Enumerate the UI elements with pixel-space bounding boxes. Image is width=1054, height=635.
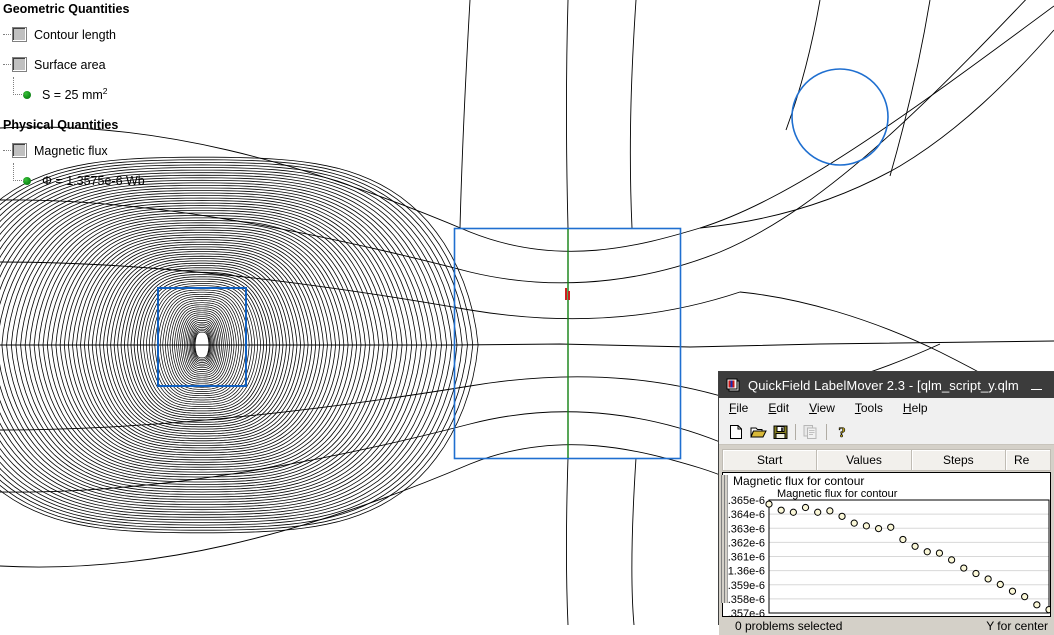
chart-data-point[interactable] — [814, 508, 822, 516]
chart-title: Magnetic flux for contour — [777, 488, 898, 500]
green-bullet-icon — [23, 176, 31, 185]
chart-data-point[interactable] — [789, 508, 797, 516]
checkbox-contour-length[interactable] — [12, 27, 27, 42]
chart-data-point[interactable] — [850, 519, 858, 527]
tree-item-magnetic-flux[interactable]: Magnetic flux — [0, 141, 210, 160]
toolbar-separator — [795, 423, 796, 440]
chart-y-tick-label: .362e-6 — [728, 537, 765, 549]
chart-data-point[interactable] — [972, 569, 980, 578]
checkbox-magnetic-flux[interactable] — [12, 143, 27, 158]
surface-area-value-sup: 2 — [102, 86, 108, 97]
menu-tools[interactable]: Tools — [855, 401, 883, 415]
tree-item-label: Contour length — [34, 27, 117, 42]
surface-area-value: S = 25 mm2 — [42, 86, 108, 102]
tree-heading-physical: Physical Quantities — [3, 118, 119, 132]
copy-icon[interactable] — [800, 421, 822, 442]
chart-data-point[interactable] — [1033, 601, 1041, 609]
menu-file[interactable]: File — [729, 401, 748, 415]
tree-connector — [3, 149, 11, 152]
chart-y-tick-label: .364e-6 — [728, 509, 765, 521]
chart-data-point[interactable] — [874, 524, 883, 533]
labelmover-window[interactable]: QuickField LabelMover 2.3 - [qlm_script_… — [718, 371, 1054, 635]
tree-item-contour-length[interactable]: Contour length — [0, 25, 210, 44]
menu-bar[interactable]: File Edit View Tools Help — [719, 398, 1054, 419]
tree-item-surface-area[interactable]: Surface area — [0, 55, 210, 74]
chart-data-point[interactable] — [948, 556, 956, 564]
tree-value-surface-area[interactable]: S = 25 mm2 — [0, 77, 210, 104]
chart-data-point[interactable] — [765, 500, 773, 508]
menu-edit[interactable]: Edit — [768, 401, 789, 415]
chart-data-point[interactable] — [899, 535, 907, 544]
surface-area-value-text: S = 25 mm — [42, 88, 103, 103]
chart-y-tick-label: 1.36e-6 — [728, 566, 765, 578]
chart-data-point[interactable] — [838, 512, 846, 520]
column-header-values[interactable]: Values — [817, 450, 912, 470]
tree-connector — [3, 63, 11, 66]
chart-data-point[interactable] — [826, 507, 834, 515]
window-titlebar[interactable]: QuickField LabelMover 2.3 - [qlm_script_… — [719, 372, 1054, 398]
tree-connector — [13, 163, 24, 181]
chart-y-tick-labels: .365e-6 .364e-6 .363e-6 .362e-6 .361e-6 1.36e… — [728, 495, 765, 617]
chart-data-point[interactable] — [923, 548, 931, 556]
menu-help[interactable]: Help — [903, 401, 928, 415]
results-chart-svg: .365e-6 .364e-6 .363e-6 .362e-6 .361e-6 1.36e… — [728, 488, 1051, 617]
chart-data-point[interactable] — [996, 580, 1004, 589]
column-header-steps[interactable]: Steps — [912, 450, 1006, 470]
chart-y-tick-label: .358e-6 — [728, 594, 765, 606]
toolbar[interactable]: ? — [719, 419, 1054, 445]
column-header-start[interactable]: Start — [723, 450, 818, 470]
table-column-headers[interactable]: Start Values Steps Re — [722, 449, 1051, 471]
chart-y-tick-label: .359e-6 — [728, 580, 765, 592]
chart-data-point[interactable] — [984, 575, 992, 583]
minimize-button[interactable] — [1018, 372, 1054, 398]
chart-y-tick-label: .361e-6 — [728, 552, 765, 564]
tree-item-label: Surface area — [34, 57, 106, 72]
tree-heading-geometric: Geometric Quantities — [3, 2, 130, 16]
chart-data-point[interactable] — [911, 542, 919, 550]
chart-data-point[interactable] — [887, 523, 895, 531]
help-icon[interactable]: ? — [831, 421, 853, 442]
status-bar: 0 problems selected Y for center — [719, 617, 1054, 635]
chart-data-point[interactable] — [1008, 587, 1017, 595]
table-row[interactable]: Magnetic flux for contour — [722, 472, 1051, 488]
green-bullet-icon — [23, 90, 31, 99]
tree-value-magnetic-flux[interactable]: Φ = 1.3575e-6 Wb — [0, 163, 210, 190]
tree-connector — [3, 33, 11, 36]
tree-item-label: Magnetic flux — [34, 143, 108, 158]
window-title: QuickField LabelMover 2.3 - [qlm_script_… — [748, 377, 1018, 393]
status-right-text: Y for center — [986, 619, 1048, 633]
svg-text:?: ? — [838, 425, 846, 440]
chart-plot-frame: Magnetic flux for contour — [768, 488, 1050, 614]
new-icon[interactable] — [725, 421, 747, 442]
chart-gridlines — [769, 513, 1049, 614]
chart-y-tick-label: .357e-6 — [728, 608, 765, 617]
menu-view[interactable]: View — [809, 401, 835, 415]
open-icon[interactable] — [747, 421, 769, 442]
checkbox-surface-area[interactable] — [12, 57, 27, 72]
chart-data-point[interactable] — [1021, 593, 1029, 601]
status-left-text: 0 problems selected — [735, 619, 843, 633]
labelmover-app-icon — [724, 377, 741, 393]
save-icon[interactable] — [769, 421, 791, 442]
chart-data-point[interactable] — [801, 503, 810, 512]
tree-connector — [13, 77, 24, 95]
chart-y-tick-label: .365e-6 — [728, 495, 765, 507]
window-left-scroll-strip[interactable] — [719, 475, 728, 603]
chart-y-tick-label: .363e-6 — [728, 523, 765, 535]
chart-data-point[interactable] — [777, 506, 785, 514]
chart-data-point[interactable] — [935, 549, 944, 557]
quantities-tree-panel: Geometric Quantities Contour length Surf… — [0, 0, 210, 190]
circle-region[interactable] — [791, 68, 889, 166]
chart-data-point[interactable] — [960, 564, 968, 572]
magnetic-flux-value: Φ = 1.3575e-6 Wb — [42, 173, 145, 188]
toolbar-empty-area — [853, 419, 1054, 444]
chart-data-point[interactable] — [1045, 606, 1051, 614]
chart-data-point[interactable] — [862, 522, 870, 530]
results-chart[interactable]: .365e-6 .364e-6 .363e-6 .362e-6 .361e-6 1.36e… — [722, 488, 1051, 617]
toolbar-separator — [826, 423, 827, 440]
column-header-results[interactable]: Re — [1006, 450, 1050, 470]
